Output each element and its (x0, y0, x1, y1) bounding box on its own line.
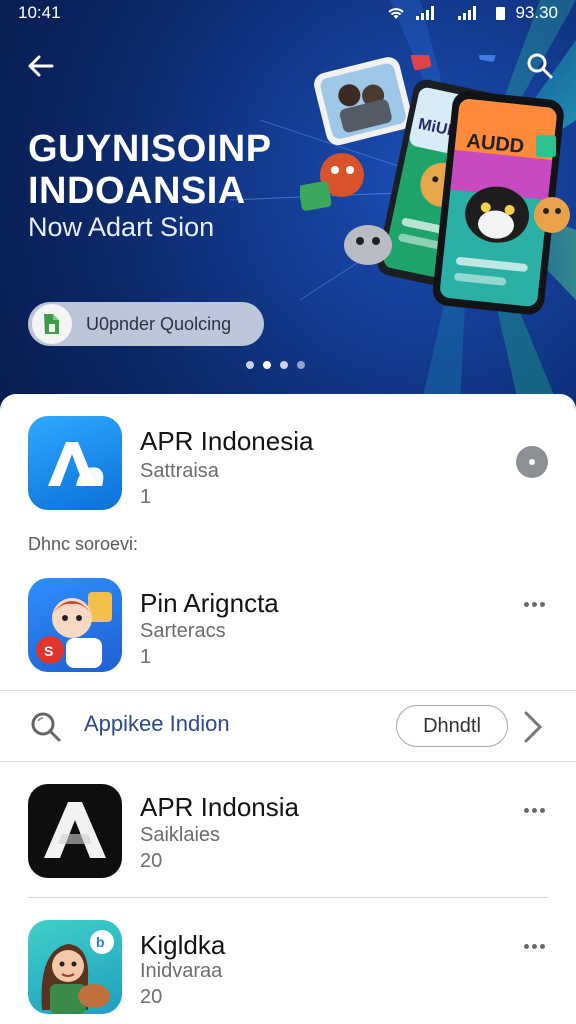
app-count: 1 (140, 486, 152, 508)
app-name: APR Indonesia (140, 426, 314, 456)
more-options-button[interactable] (520, 800, 548, 820)
carousel-dot[interactable] (280, 361, 288, 369)
app-name: Kigldka (140, 930, 226, 960)
status-bar: 10:41 93.30 (0, 0, 576, 26)
woman-cartoon-app-icon: b (28, 920, 122, 1014)
back-button[interactable] (22, 50, 58, 82)
cartoon-kid-app-icon: S (28, 578, 122, 672)
hero-subtitle: Now Adart Sion (28, 212, 215, 242)
app-count: 20 (140, 986, 163, 1008)
app-item[interactable]: APR Indonsia Saiklaies 20 (0, 784, 576, 894)
app-item[interactable]: S Pin Arigncta Sarteracs 1 (0, 578, 576, 688)
carousel-dot-active[interactable] (263, 361, 271, 369)
app-item[interactable]: APR Indonesia Sattraisa 1 (0, 416, 576, 526)
more-options-button[interactable] (520, 936, 548, 956)
list-divider (28, 897, 548, 898)
app-list-card: APR Indonesia Sattraisa 1 Dhnc soroevi: … (0, 394, 576, 1024)
app-name: APR Indonsia (140, 792, 299, 822)
app-count: 20 (140, 850, 163, 872)
black-a-app-icon (28, 784, 122, 878)
svg-text:S: S (44, 643, 53, 659)
carousel-indicator[interactable] (246, 361, 305, 369)
hero-phones-illustration: MiUDD AUDD (300, 55, 570, 315)
signal-icon-2 (458, 6, 477, 20)
carousel-dot[interactable] (297, 361, 305, 369)
chip-app-icon (32, 304, 72, 344)
section-label: Dhnc soroevi: (28, 534, 139, 554)
chevron-right-icon[interactable] (520, 709, 546, 745)
strip-action-button[interactable]: Dhndtl (396, 705, 508, 747)
search-strip-label[interactable]: Appikee Indion (84, 711, 230, 737)
battery-level: 93.30 (515, 3, 558, 22)
status-time: 10:41 (18, 3, 61, 22)
app-subtitle: Inidvaraa (140, 960, 223, 982)
magnifier-icon (31, 712, 61, 742)
more-options-button[interactable] (520, 594, 548, 614)
hero-cta-chip[interactable]: U0pnder Quolcing (28, 302, 264, 346)
app-item[interactable]: b Kigldka Inidvaraa 20 (0, 920, 576, 1024)
battery-icon (496, 6, 506, 20)
hero-banner[interactable]: 10:41 93.30 GUYNISOINP INDOANSIA Now Ada… (0, 0, 576, 410)
svg-text:b: b (96, 934, 105, 950)
hero-title: GUYNISOINP INDOANSIA (28, 128, 271, 212)
app-subtitle: Saiklaies (140, 824, 221, 846)
app-name: Pin Arigncta (140, 588, 279, 618)
app-subtitle: Sarteracs (140, 620, 226, 642)
signal-icon (416, 6, 435, 20)
arrow-left-icon (28, 55, 54, 77)
app-subtitle: Sattraisa (140, 460, 219, 482)
chip-label: U0pnder Quolcing (86, 313, 232, 334)
wifi-icon (388, 8, 405, 19)
carousel-dot[interactable] (246, 361, 254, 369)
search-strip[interactable]: Appikee Indion Dhndtl (0, 690, 576, 762)
app-count: 1 (140, 646, 152, 668)
app-action-button[interactable] (516, 446, 548, 478)
blue-a-app-icon (28, 416, 122, 510)
